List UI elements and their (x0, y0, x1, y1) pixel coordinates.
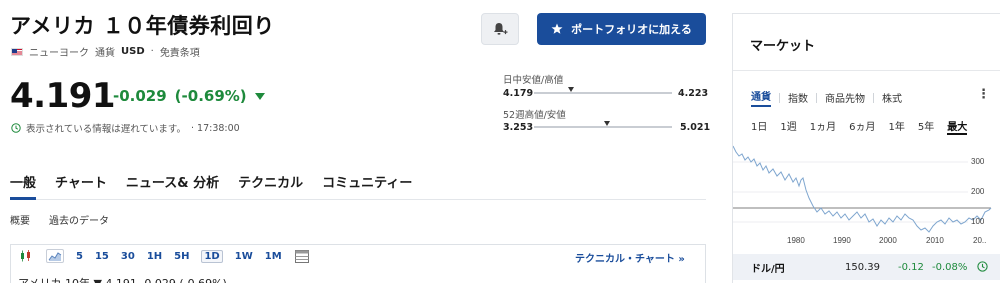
day-range-low: 4.179 (503, 88, 534, 99)
bell-plus-icon (494, 23, 508, 35)
range-5y[interactable]: 5年 (918, 118, 934, 135)
add-to-portfolio-label: ポートフォリオに加える (571, 23, 692, 36)
tabs-divider (10, 199, 706, 200)
quote-time: · 17:38:00 (190, 122, 240, 134)
down-arrow-icon (254, 92, 265, 100)
market-panel-divider (733, 70, 1000, 71)
clock-icon (977, 261, 988, 275)
mini-chart-svg: 300 200 100 1980 1990 2000 2010 20.. (732, 145, 992, 245)
range-1y[interactable]: 1年 (889, 118, 905, 135)
last-price: 4.191 (10, 76, 116, 116)
clock-icon (11, 123, 21, 133)
x-tick-2020: 20.. (973, 236, 986, 245)
tab-separator (779, 92, 780, 103)
instrument-meta: ニューヨーク 通貨 USD · 免責条項 (11, 44, 200, 59)
x-tick-1980: 1980 (787, 236, 805, 245)
more-options-icon[interactable]: ⋮ (977, 87, 990, 102)
tab-separator (816, 92, 817, 103)
week52-range-label: 52週高値/安値 (503, 110, 566, 121)
tab-community[interactable]: コミュニティー (322, 172, 412, 191)
currency-code: USD (121, 46, 145, 57)
x-tick-2000: 2000 (879, 236, 897, 245)
table-view-icon[interactable] (294, 249, 310, 263)
sub-tabs: 概要 過去のデータ (10, 212, 128, 227)
market-range-tabs: 1日 1週 1ヵ月 6ヵ月 1年 5年 最大 (751, 118, 980, 135)
x-tick-2010: 2010 (926, 236, 944, 245)
interval-1m[interactable]: 1M (265, 251, 282, 262)
market-category-tabs: 通貨 指数 商品先物 株式 (751, 88, 902, 107)
week52-range-low: 3.253 (503, 122, 534, 133)
subtab-historical-data[interactable]: 過去のデータ (49, 212, 109, 227)
market-tab-currency[interactable]: 通貨 (751, 88, 771, 107)
delay-text: 表示されている情報は遅れています。 (26, 124, 186, 135)
price-change: -0.029 (-0.69%) (113, 87, 265, 105)
day-range-label: 日中安値/高値 (503, 75, 564, 86)
instrument-title: アメリカ １０年債券利回り (10, 14, 275, 38)
market-row-name: ドル/円 (751, 263, 785, 275)
exchange-location: ニューヨーク (29, 48, 89, 59)
interval-1h[interactable]: 1H (147, 251, 162, 262)
interval-1d[interactable]: 1D (201, 249, 223, 263)
price-line (732, 145, 992, 233)
market-row-usdjpy[interactable]: ドル/円 150.39 -0.12 -0.08% (733, 254, 1000, 280)
y-tick-200: 200 (971, 187, 985, 196)
alert-button[interactable] (481, 13, 519, 45)
candlestick-icon[interactable] (18, 249, 34, 263)
interval-5[interactable]: 5 (76, 251, 83, 262)
separator-dot: · (150, 46, 154, 57)
range-1m[interactable]: 1ヵ月 (810, 118, 836, 135)
week52-range-marker (604, 121, 611, 126)
y-tick-300: 300 (971, 157, 985, 166)
range-6m[interactable]: 6ヵ月 (849, 118, 875, 135)
market-panel-title: マーケット (750, 39, 816, 54)
delay-notice: 表示されている情報は遅れています。 · 17:38:00 (11, 121, 240, 135)
market-row-change: -0.12 (898, 261, 924, 273)
active-tab-indicator (10, 197, 36, 200)
interval-15[interactable]: 15 (95, 251, 109, 262)
day-range-marker (568, 87, 575, 92)
x-tick-1990: 1990 (833, 236, 851, 245)
market-tab-stocks[interactable]: 株式 (882, 90, 902, 105)
market-tab-indices[interactable]: 指数 (788, 90, 808, 105)
interval-5h[interactable]: 5H (174, 251, 189, 262)
tab-general[interactable]: 一般 (10, 172, 36, 191)
week52-range-high: 5.021 (680, 122, 711, 133)
market-row-change-pct: -0.08% (932, 261, 968, 273)
range-1d[interactable]: 1日 (751, 118, 767, 135)
disclaimer-link[interactable]: 免責条項 (160, 44, 200, 59)
tab-separator (873, 92, 874, 103)
subtab-overview[interactable]: 概要 (10, 212, 30, 227)
change-percent: (-0.69%) (174, 87, 247, 105)
market-row-price: 150.39 (845, 261, 880, 273)
market-mini-chart: 300 200 100 1980 1990 2000 2010 20.. (732, 140, 1000, 252)
range-1w[interactable]: 1週 (780, 118, 796, 135)
change-value: -0.029 (113, 87, 167, 105)
add-to-portfolio-button[interactable]: ポートフォリオに加える (537, 13, 706, 45)
interval-1w[interactable]: 1W (235, 251, 253, 262)
market-tab-commodities[interactable]: 商品先物 (825, 90, 865, 105)
technical-chart-link[interactable]: テクニカル・チャート » (575, 250, 685, 265)
star-icon (551, 23, 563, 34)
day-range-high: 4.223 (678, 88, 709, 99)
tab-chart[interactable]: チャート (55, 172, 107, 191)
y-tick-100: 100 (971, 217, 985, 226)
tab-news-analysis[interactable]: ニュース& 分析 (126, 172, 219, 191)
tab-technical[interactable]: テクニカル (238, 172, 303, 191)
week52-range-bar (534, 126, 672, 128)
area-chart-icon[interactable] (46, 249, 64, 263)
day-range-bar (534, 92, 672, 94)
interval-30[interactable]: 30 (121, 251, 135, 262)
chart-ticker-line: アメリカ 10年 ▼ 4.191 -0.029 (-0.69%) (18, 275, 227, 283)
chart-toolbar: 5 15 30 1H 5H 1D 1W 1M (18, 249, 322, 263)
currency-label: 通貨 (95, 48, 115, 59)
range-max[interactable]: 最大 (947, 118, 968, 135)
us-flag-icon (11, 47, 23, 56)
main-tabs: 一般 チャート ニュース& 分析 テクニカル コミュニティー (10, 172, 431, 191)
